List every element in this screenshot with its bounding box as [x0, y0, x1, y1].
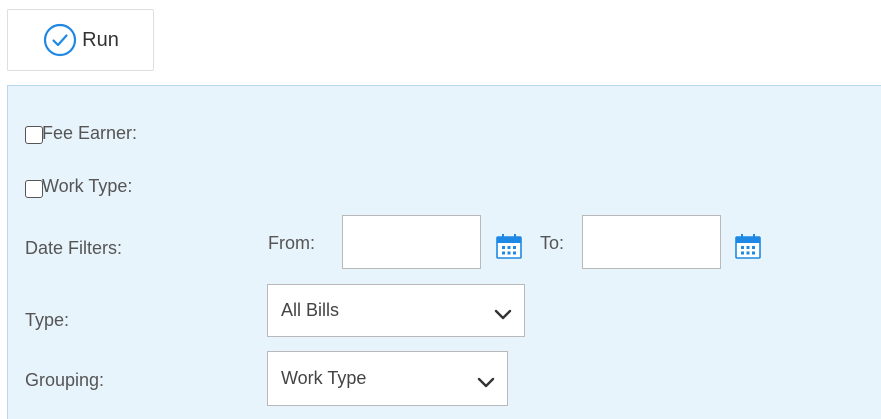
- fee-earner-checkbox[interactable]: [25, 126, 43, 144]
- to-label: To:: [540, 233, 565, 253]
- check-circle-icon: [42, 22, 78, 58]
- chevron-down-icon: [494, 305, 512, 319]
- type-select[interactable]: All Bills: [267, 284, 525, 337]
- work-type-checkbox[interactable]: [25, 180, 43, 198]
- calendar-icon[interactable]: [496, 233, 522, 259]
- work-type-label: Work Type:: [42, 176, 133, 196]
- grouping-label: Grouping:: [25, 370, 105, 390]
- type-select-value: All Bills: [281, 300, 340, 320]
- grouping-select-value: Work Type: [281, 368, 367, 388]
- calendar-icon[interactable]: [735, 233, 761, 259]
- from-date-input[interactable]: [342, 215, 481, 269]
- to-date-input[interactable]: [582, 215, 721, 269]
- fee-earner-label: Fee Earner:: [42, 123, 138, 143]
- grouping-select[interactable]: Work Type: [267, 351, 508, 406]
- run-button-label: Run: [82, 28, 119, 51]
- date-filters-label: Date Filters:: [25, 238, 123, 258]
- type-label: Type:: [25, 310, 70, 330]
- from-label: From:: [268, 233, 315, 253]
- run-button[interactable]: Run: [7, 9, 154, 71]
- chevron-down-icon: [477, 373, 495, 387]
